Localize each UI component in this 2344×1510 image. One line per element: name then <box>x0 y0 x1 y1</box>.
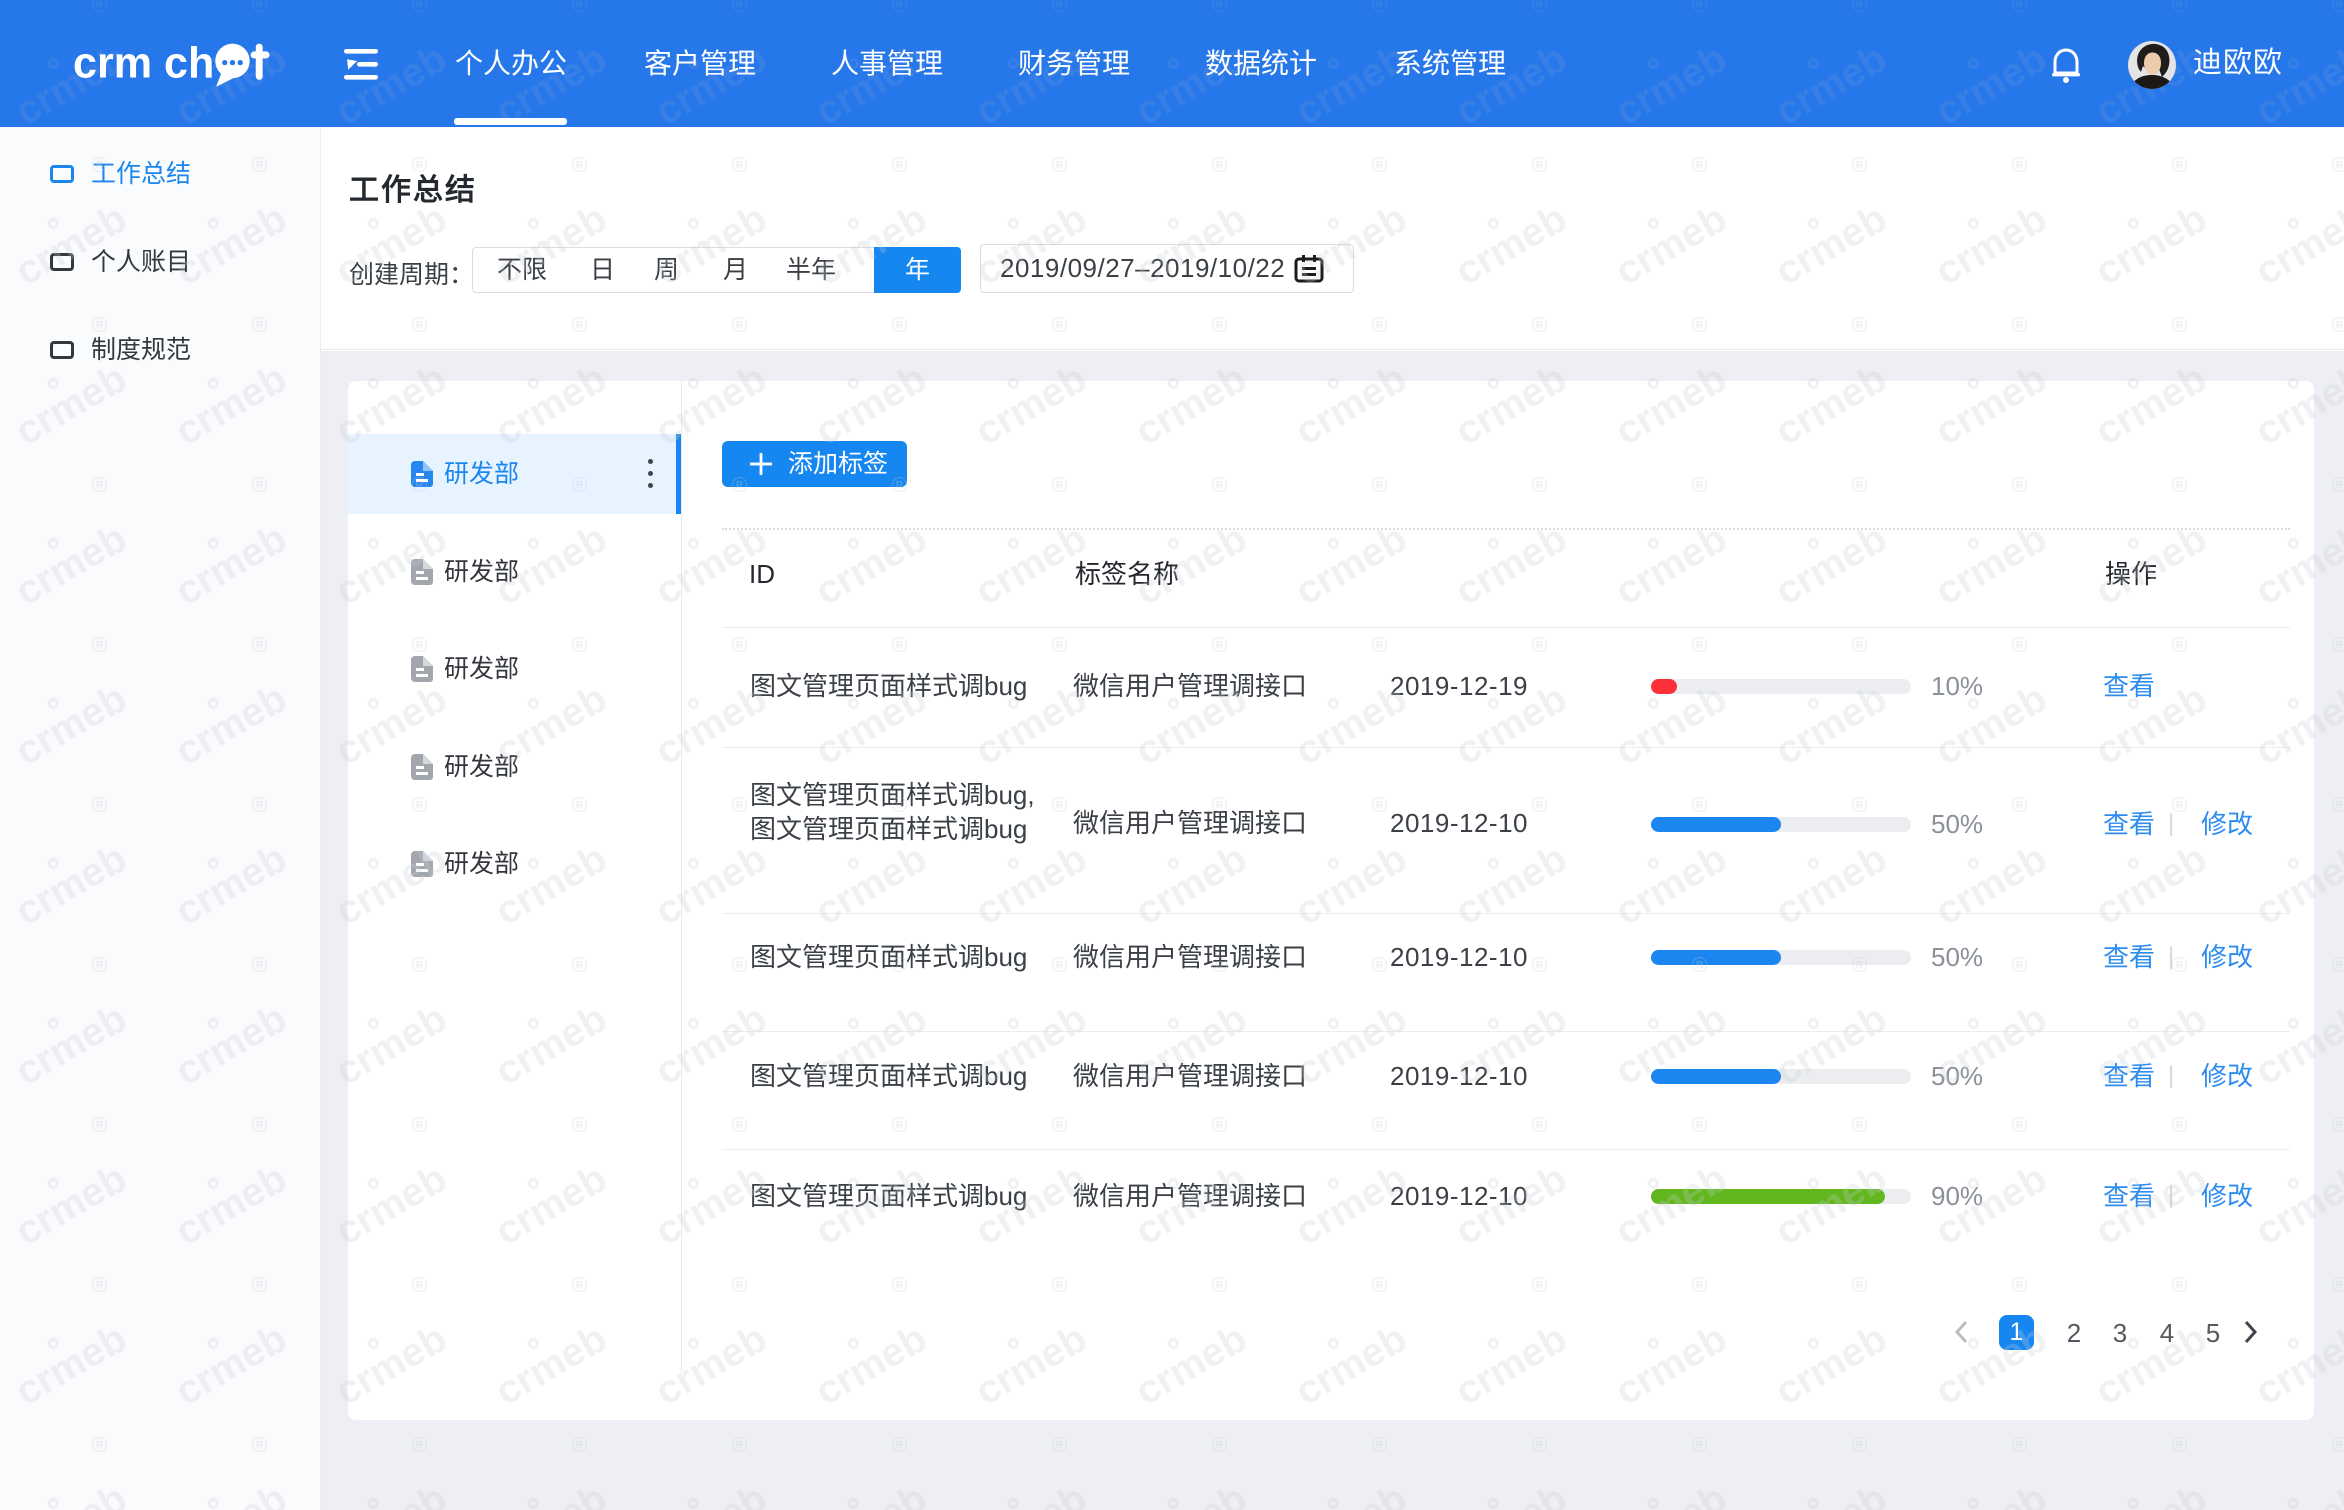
svg-text:crm ch: crm ch <box>73 40 214 87</box>
